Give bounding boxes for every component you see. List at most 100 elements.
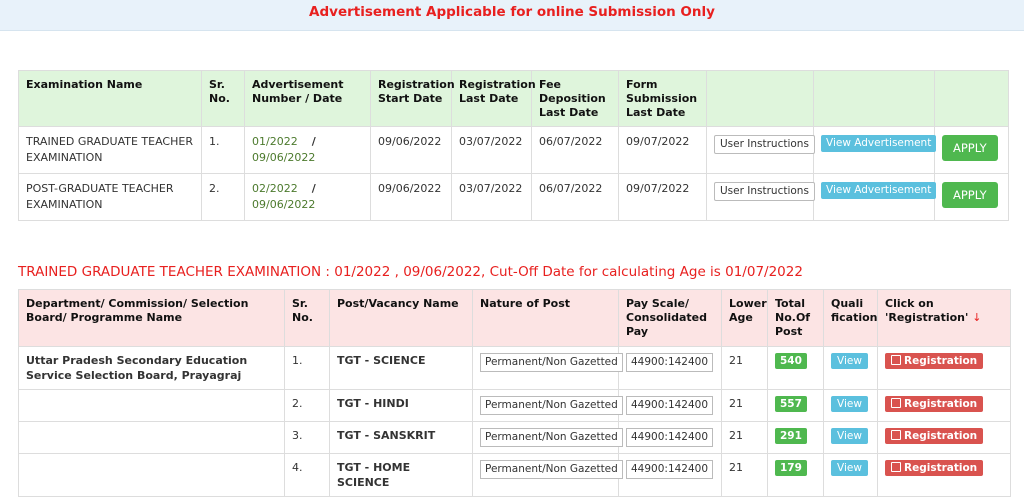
total-posts-badge: 540 — [775, 353, 807, 369]
edit-icon — [891, 398, 901, 408]
apply-button[interactable]: APPLY — [942, 135, 998, 161]
view-qualification-button[interactable]: View — [831, 353, 868, 369]
sr-no: 1. — [201, 126, 245, 174]
header-reg-last: Registration Last Date — [451, 70, 536, 127]
posts-cell: 291 — [767, 421, 824, 454]
registration-label: Registration — [904, 398, 978, 410]
nature-field: Permanent/Non Gazetted — [480, 460, 623, 479]
post-name: TGT - SCIENCE — [329, 346, 473, 390]
fee-last-date: 06/07/2022 — [531, 173, 619, 221]
lower-age: 21 — [721, 453, 768, 497]
nature-cell: Permanent/Non Gazetted — [472, 453, 623, 497]
post-name: TGT - HOME SCIENCE — [329, 453, 473, 497]
department-name — [18, 389, 285, 422]
view-advertisement-button[interactable]: View Advertisement — [821, 135, 937, 152]
reg-last-date: 03/07/2022 — [451, 126, 532, 174]
pay-scale-field: 44900:142400 — [626, 460, 714, 479]
pay-cell: 44900:142400 — [618, 346, 722, 390]
total-posts-badge: 179 — [775, 460, 807, 476]
click-registration-text: Click on 'Registration' — [885, 297, 969, 324]
reg-last-date: 03/07/2022 — [451, 173, 532, 221]
advertisement-header-row: Examination Name Sr. No. Advertisement N… — [18, 70, 1009, 127]
posts-cell: 179 — [767, 453, 824, 497]
table-row: TRAINED GRADUATE TEACHER EXAMINATION 1. … — [18, 126, 1009, 174]
registration-button[interactable]: Registration — [885, 428, 984, 444]
sr-no: 3. — [284, 421, 330, 454]
pay-scale-field: 44900:142400 — [626, 428, 714, 447]
sr-no: 1. — [284, 346, 330, 390]
lower-age: 21 — [721, 389, 768, 422]
adv-number-date: 01/2022 / 09/06/2022 — [244, 126, 371, 174]
vacancy-table: Department/ Commission/ Selection Board/… — [18, 289, 1011, 497]
view-advertisement-button[interactable]: View Advertisement — [821, 182, 937, 199]
edit-icon — [891, 355, 901, 365]
registration-label: Registration — [904, 462, 978, 474]
registration-cell: Registration — [877, 389, 1011, 422]
edit-icon — [891, 462, 901, 472]
registration-button[interactable]: Registration — [885, 460, 984, 476]
total-posts-badge: 291 — [775, 428, 807, 444]
adv-separator: / — [311, 135, 316, 148]
nature-cell: Permanent/Non Gazetted — [472, 346, 623, 390]
apply-cell: APPLY — [934, 173, 1009, 221]
header-blank-2 — [813, 70, 935, 127]
header-blank-1 — [706, 70, 814, 127]
form-last-date: 09/07/2022 — [618, 173, 707, 221]
total-posts-badge: 557 — [775, 396, 807, 412]
apply-button[interactable]: APPLY — [942, 182, 998, 208]
view-qualification-button[interactable]: View — [831, 460, 868, 476]
view-qualification-button[interactable]: View — [831, 428, 868, 444]
registration-label: Registration — [904, 430, 978, 442]
user-instructions-button[interactable]: User Instructions — [714, 182, 815, 201]
header-sr-no: Sr. No. — [201, 70, 245, 127]
qualification-cell: View — [823, 453, 878, 497]
registration-button[interactable]: Registration — [885, 353, 984, 369]
view-adv-cell: View Advertisement — [813, 173, 937, 221]
adv-number[interactable]: 01/2022 — [252, 135, 298, 148]
adv-date: 09/06/2022 — [252, 151, 316, 164]
registration-button[interactable]: Registration — [885, 396, 984, 412]
header-lower-age: Lower Age — [721, 289, 768, 347]
header-pay-scale: Pay Scale/ Consolidated Pay — [618, 289, 722, 347]
table-row: Uttar Pradesh Secondary Education Servic… — [18, 346, 1011, 390]
nature-cell: Permanent/Non Gazetted — [472, 389, 623, 422]
instructions-cell: User Instructions — [706, 126, 815, 174]
adv-number[interactable]: 02/2022 — [252, 182, 298, 195]
post-name: TGT - SANSKRIT — [329, 421, 473, 454]
header-qualification: Quali fication — [823, 289, 878, 347]
form-last-date: 09/07/2022 — [618, 126, 707, 174]
view-adv-cell: View Advertisement — [813, 126, 937, 174]
qualification-cell: View — [823, 346, 878, 390]
header-fee-last: Fee Deposition Last Date — [531, 70, 619, 127]
lower-age: 21 — [721, 346, 768, 390]
advertisement-table: Examination Name Sr. No. Advertisement N… — [18, 70, 1009, 221]
reg-start-date: 09/06/2022 — [370, 173, 452, 221]
view-qualification-button[interactable]: View — [831, 396, 868, 412]
table-row: 2. TGT - HINDI Permanent/Non Gazetted 44900… — [18, 389, 1011, 422]
nature-cell: Permanent/Non Gazetted — [472, 421, 623, 454]
table-row: POST-GRADUATE TEACHER EXAMINATION 2. 02/… — [18, 173, 1009, 221]
header-blank-3 — [934, 70, 1009, 127]
user-instructions-button[interactable]: User Instructions — [714, 135, 815, 154]
exam-name: TRAINED GRADUATE TEACHER EXAMINATION — [18, 126, 202, 174]
registration-label: Registration — [904, 355, 978, 367]
pay-cell: 44900:142400 — [618, 453, 722, 497]
sr-no: 2. — [284, 389, 330, 422]
pay-scale-field: 44900:142400 — [626, 396, 714, 415]
posts-cell: 540 — [767, 346, 824, 390]
department-name: Uttar Pradesh Secondary Education Servic… — [18, 346, 285, 390]
header-post-name: Post/Vacancy Name — [329, 289, 473, 347]
banner-text: Advertisement Applicable for online Subm… — [309, 4, 715, 20]
header-form-last: Form Submission Last Date — [618, 70, 707, 127]
department-name — [18, 453, 285, 497]
header-adv-number-date: Advertisement Number / Date — [244, 70, 371, 127]
header-total-posts: Total No.Of Post — [767, 289, 824, 347]
exam-name: POST-GRADUATE TEACHER EXAMINATION — [18, 173, 202, 221]
nature-field: Permanent/Non Gazetted — [480, 428, 623, 447]
table-row: 4. TGT - HOME SCIENCE Permanent/Non Gazett… — [18, 453, 1011, 497]
nature-field: Permanent/Non Gazetted — [480, 353, 623, 372]
apply-cell: APPLY — [934, 126, 1009, 174]
section-title: TRAINED GRADUATE TEACHER EXAMINATION : 0… — [18, 264, 803, 280]
header-reg-start: Registration Start Date — [370, 70, 455, 127]
pay-cell: 44900:142400 — [618, 389, 722, 422]
